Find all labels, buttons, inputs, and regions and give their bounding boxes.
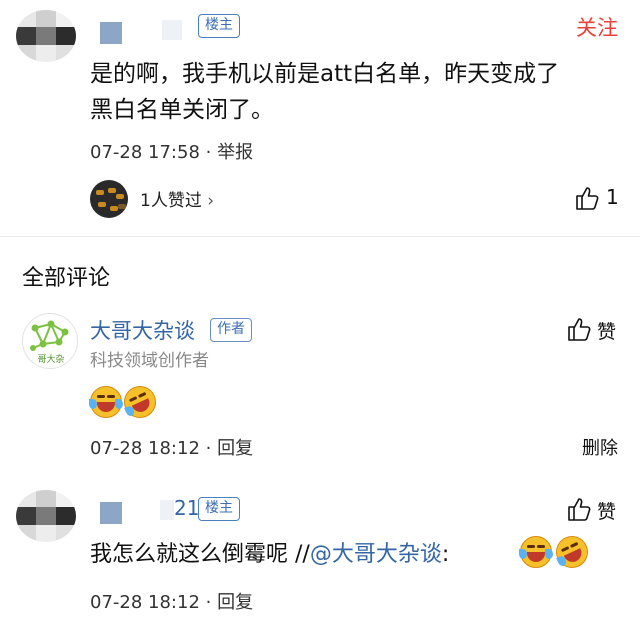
author-comment-timestamp: 07-28 18:12 xyxy=(90,438,200,459)
comment-text: 是的啊，我手机以前是att白名单，昨天变成了 黑白名单关闭了。 xyxy=(90,61,560,123)
delete-button[interactable]: 删除 xyxy=(582,434,618,460)
liked-by-link[interactable]: 1人赞过 › xyxy=(140,186,214,211)
section-divider xyxy=(0,236,640,237)
reply-reply-link[interactable]: 回复 xyxy=(217,592,253,613)
reply-link[interactable]: 回复 xyxy=(217,438,253,459)
reply-rolling-laughing-emoji-icon xyxy=(550,530,594,574)
reply-comment-meta: 07-28 18:12 · 回复 xyxy=(90,592,254,613)
reply-username-mosaic-2 xyxy=(160,500,174,520)
avatar-logo-text: 哥大杂 xyxy=(37,353,64,365)
praise-button[interactable]: 赞 xyxy=(597,317,616,344)
author-badge: 作者 xyxy=(210,318,252,342)
liker-avatar[interactable] xyxy=(90,180,128,218)
author-name[interactable]: 大哥大杂谈 xyxy=(90,315,195,345)
praise-icon[interactable] xyxy=(566,316,592,342)
author-description: 科技领域创作者 xyxy=(90,351,209,371)
mention-link[interactable]: @大哥大杂谈 xyxy=(310,542,442,567)
reply-comment-timestamp: 07-28 18:12 xyxy=(90,592,200,613)
reply-praise-button[interactable]: 赞 xyxy=(597,497,616,524)
network-logo-icon: 哥大杂 xyxy=(30,320,69,365)
op-badge: 楼主 xyxy=(198,14,240,38)
all-comments-heading: 全部评论 xyxy=(22,266,111,291)
reply-laughing-crying-emoji-icon xyxy=(519,536,553,568)
report-link[interactable]: 举报 xyxy=(217,142,253,163)
commenter-avatar[interactable] xyxy=(16,10,76,62)
reply-op-badge: 楼主 xyxy=(198,497,240,521)
username-mosaic-2 xyxy=(162,20,182,40)
reply-text: 我怎么就这么倒霉呢 //@大哥大杂谈: xyxy=(90,542,450,567)
thumbs-up-icon[interactable] xyxy=(574,185,600,211)
username-mosaic-1 xyxy=(100,22,122,44)
author-comment-meta: 07-28 18:12 · 回复 xyxy=(90,438,254,459)
rolling-laughing-emoji-icon xyxy=(118,380,162,424)
author-avatar[interactable]: 哥大杂 xyxy=(22,313,78,369)
follow-button[interactable]: 关注 xyxy=(576,12,618,42)
comment-timestamp: 07-28 17:58 xyxy=(90,142,200,163)
comment-meta: 07-28 17:58 · 举报 xyxy=(90,142,254,163)
reply-praise-icon[interactable] xyxy=(566,496,592,522)
reply-username-mosaic-1 xyxy=(100,502,122,524)
reply-username-fragment[interactable]: 21 xyxy=(174,496,199,520)
laughing-crying-emoji-icon xyxy=(89,386,123,418)
chevron-right-icon: › xyxy=(207,191,215,211)
like-count: 1 xyxy=(606,185,619,209)
reply-commenter-avatar[interactable] xyxy=(16,490,76,542)
